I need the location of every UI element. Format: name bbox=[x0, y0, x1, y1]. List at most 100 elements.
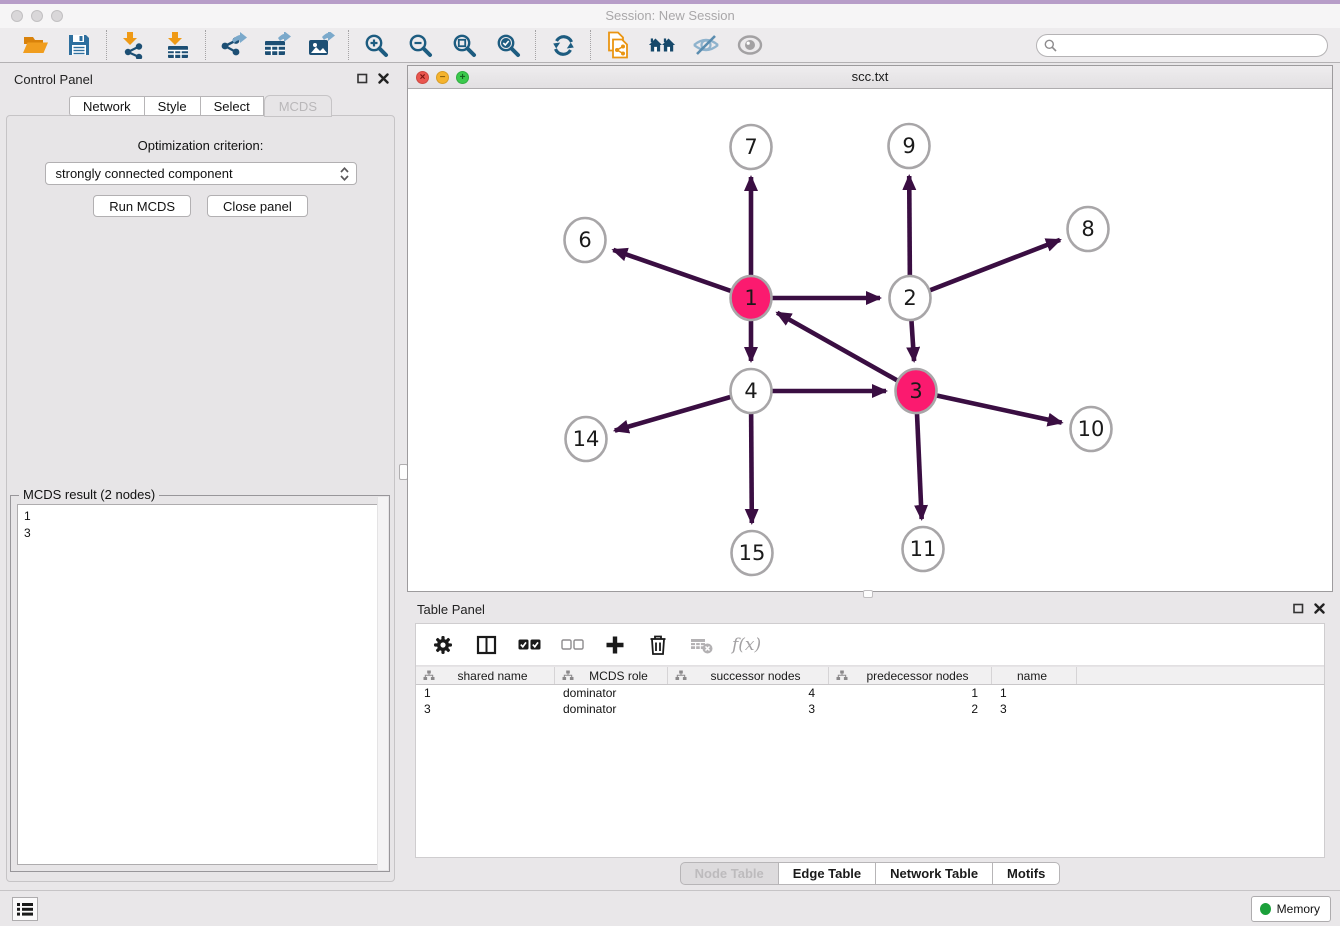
optimization-criterion-select[interactable]: strongly connected component bbox=[45, 162, 357, 185]
graph-edge-3-10[interactable] bbox=[916, 391, 1062, 423]
graph-node-9[interactable]: 9 bbox=[889, 124, 930, 168]
table-cell[interactable]: 3 bbox=[992, 701, 1077, 717]
table-cell[interactable]: 1 bbox=[416, 685, 555, 701]
table-cell[interactable]: dominator bbox=[555, 701, 668, 717]
export-image-icon[interactable] bbox=[307, 31, 335, 59]
mcds-result-text[interactable]: 1 3 bbox=[17, 504, 382, 865]
svg-text:11: 11 bbox=[910, 537, 937, 561]
graph-edge-3-1[interactable] bbox=[777, 313, 916, 391]
column-header-name[interactable]: name bbox=[992, 667, 1077, 684]
select-stepper-icon bbox=[339, 166, 350, 182]
search-input[interactable] bbox=[1062, 38, 1320, 52]
import-network-icon[interactable] bbox=[120, 31, 148, 59]
deselect-all-rows-icon[interactable] bbox=[560, 633, 584, 657]
tab-motifs[interactable]: Motifs bbox=[992, 862, 1060, 885]
clone-network-icon[interactable] bbox=[604, 31, 632, 59]
float-table-panel-icon[interactable] bbox=[1293, 603, 1304, 614]
tab-edge-table[interactable]: Edge Table bbox=[778, 862, 875, 885]
tab-mcds[interactable]: MCDS bbox=[264, 95, 332, 117]
application-window: Session: New Session bbox=[0, 0, 1340, 926]
tab-node-table[interactable]: Node Table bbox=[680, 862, 778, 885]
graph-node-3[interactable]: 3 bbox=[896, 369, 937, 413]
table-cell[interactable]: 3 bbox=[668, 701, 829, 717]
graph-node-1[interactable]: 1 bbox=[731, 276, 772, 320]
graph-node-8[interactable]: 8 bbox=[1068, 207, 1109, 251]
svg-text:1: 1 bbox=[744, 286, 757, 310]
minimize-window-button[interactable] bbox=[31, 10, 43, 22]
hide-graphics-details-icon[interactable] bbox=[692, 31, 720, 59]
memory-button-label: Memory bbox=[1277, 902, 1320, 916]
table-row[interactable]: 1dominator411 bbox=[416, 685, 1324, 701]
float-panel-icon[interactable] bbox=[357, 73, 368, 84]
network-overview-icon[interactable] bbox=[648, 31, 676, 59]
select-all-rows-icon[interactable] bbox=[517, 633, 541, 657]
graph-node-11[interactable]: 11 bbox=[903, 527, 944, 571]
zoom-selected-icon[interactable] bbox=[494, 31, 522, 59]
svg-text:9: 9 bbox=[902, 134, 915, 158]
column-header-shared-name[interactable]: shared name bbox=[416, 667, 555, 684]
refresh-view-icon[interactable] bbox=[549, 31, 577, 59]
table-row[interactable]: 3dominator323 bbox=[416, 701, 1324, 717]
graph-node-10[interactable]: 10 bbox=[1071, 407, 1112, 451]
zoom-in-icon[interactable] bbox=[362, 31, 390, 59]
close-table-panel-icon[interactable] bbox=[1313, 602, 1325, 614]
export-network-icon[interactable] bbox=[219, 31, 247, 59]
graph-node-14[interactable]: 14 bbox=[566, 417, 607, 461]
table-cell[interactable]: 2 bbox=[829, 701, 992, 717]
graph-node-7[interactable]: 7 bbox=[731, 125, 772, 169]
zoom-fit-icon[interactable] bbox=[450, 31, 478, 59]
mcds-result-box: MCDS result (2 nodes) 1 3 bbox=[10, 495, 390, 872]
column-type-icon bbox=[675, 670, 687, 681]
graph-node-6[interactable]: 6 bbox=[565, 218, 606, 262]
table-panel: Table Panel bbox=[407, 597, 1333, 888]
graph-node-4[interactable]: 4 bbox=[731, 369, 772, 413]
mcds-result-title: MCDS result (2 nodes) bbox=[19, 487, 159, 502]
tab-network-table[interactable]: Network Table bbox=[875, 862, 992, 885]
table-cell[interactable]: 1 bbox=[992, 685, 1077, 701]
save-session-icon[interactable] bbox=[65, 31, 93, 59]
close-panel-button[interactable]: Close panel bbox=[207, 195, 308, 217]
zoom-window-button[interactable] bbox=[51, 10, 63, 22]
graph-edge-2-8[interactable] bbox=[910, 240, 1060, 298]
show-column-icon[interactable] bbox=[474, 633, 498, 657]
table-cell[interactable]: 3 bbox=[416, 701, 555, 717]
network-window-title: scc.txt bbox=[408, 66, 1332, 88]
result-scrollbar[interactable] bbox=[377, 497, 388, 870]
search-box bbox=[1036, 34, 1328, 57]
close-panel-icon[interactable] bbox=[377, 72, 389, 84]
network-canvas[interactable]: 1 2 3 4 6 7 8 9 10 11 14 15 bbox=[408, 89, 1332, 591]
main-toolbar bbox=[0, 28, 1340, 63]
memory-button[interactable]: Memory bbox=[1251, 896, 1331, 922]
tab-network[interactable]: Network bbox=[69, 96, 144, 116]
column-header-predecessor-nodes[interactable]: predecessor nodes bbox=[829, 667, 992, 684]
maximize-network-button[interactable]: + bbox=[456, 71, 469, 84]
column-header-MCDS-role[interactable]: MCDS role bbox=[555, 667, 668, 684]
add-row-icon[interactable] bbox=[603, 633, 627, 657]
table-settings-icon[interactable] bbox=[431, 633, 455, 657]
delete-row-icon[interactable] bbox=[646, 633, 670, 657]
function-builder-icon[interactable]: f(x) bbox=[732, 635, 761, 655]
close-network-button[interactable]: × bbox=[416, 71, 429, 84]
zoom-out-icon[interactable] bbox=[406, 31, 434, 59]
show-panels-button[interactable] bbox=[12, 897, 38, 921]
control-panel: Control Panel Network Style Select MCDS … bbox=[0, 63, 401, 890]
close-window-button[interactable] bbox=[11, 10, 23, 22]
graph-node-2[interactable]: 2 bbox=[890, 276, 931, 320]
delete-table-icon[interactable] bbox=[689, 633, 713, 657]
table-cell[interactable]: dominator bbox=[555, 685, 668, 701]
tab-select[interactable]: Select bbox=[200, 96, 264, 116]
table-cell[interactable]: 1 bbox=[829, 685, 992, 701]
svg-text:8: 8 bbox=[1081, 217, 1094, 241]
open-session-icon[interactable] bbox=[21, 31, 49, 59]
column-header-successor-nodes[interactable]: successor nodes bbox=[668, 667, 829, 684]
run-mcds-button[interactable]: Run MCDS bbox=[93, 195, 191, 217]
minimize-network-button[interactable]: − bbox=[436, 71, 449, 84]
export-table-icon[interactable] bbox=[263, 31, 291, 59]
show-graphics-details-icon[interactable] bbox=[736, 31, 764, 59]
column-header-label: MCDS role bbox=[574, 669, 667, 683]
import-table-icon[interactable] bbox=[164, 31, 192, 59]
titlebar: Session: New Session bbox=[0, 4, 1340, 28]
graph-node-15[interactable]: 15 bbox=[732, 531, 773, 575]
table-cell[interactable]: 4 bbox=[668, 685, 829, 701]
tab-style[interactable]: Style bbox=[144, 96, 200, 116]
